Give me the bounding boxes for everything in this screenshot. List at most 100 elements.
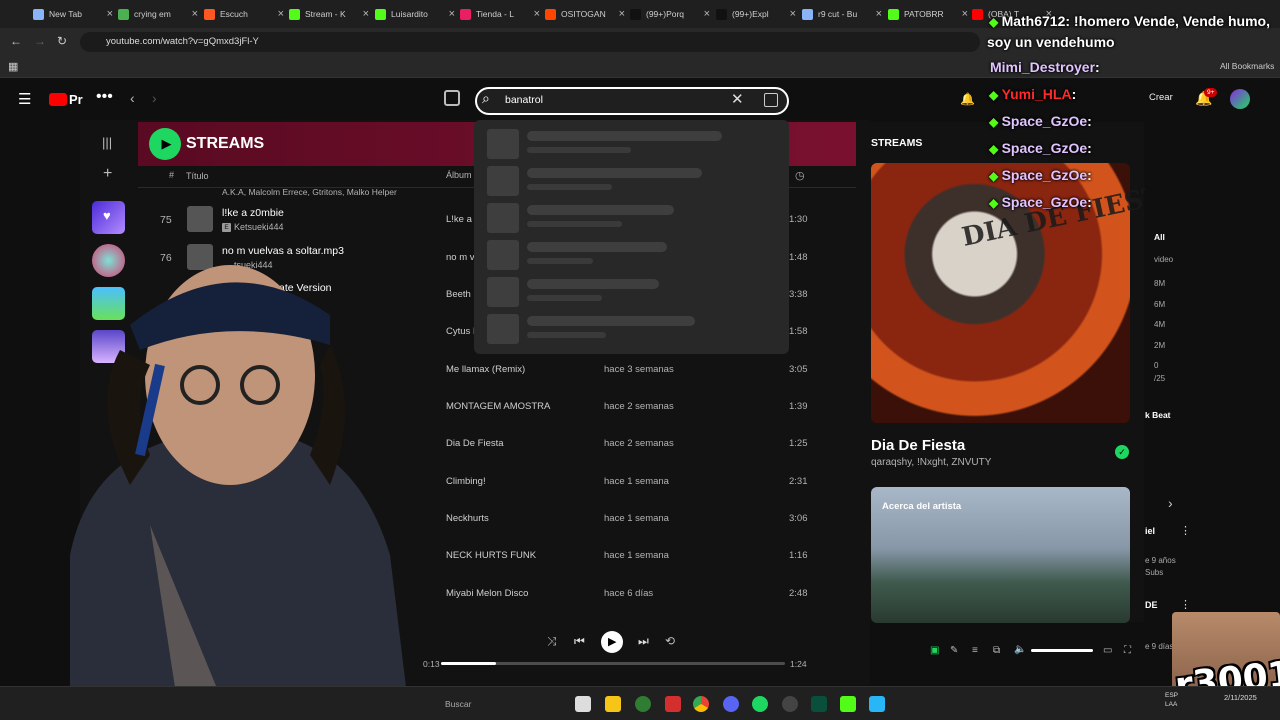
chip-video[interactable]: video	[1154, 255, 1173, 264]
chat-username[interactable]: Yumi_HLA	[1002, 86, 1072, 102]
col-number: #	[169, 170, 175, 180]
now-playing-view-icon[interactable]: ▣	[930, 645, 939, 656]
channel-name-partial-2[interactable]: DE	[1145, 600, 1158, 610]
browser-tab[interactable]: (99+)Porq ×	[630, 4, 710, 24]
browser-tab[interactable]: PATOBRR ×	[888, 4, 968, 24]
reload-icon[interactable]: ↻	[57, 34, 67, 48]
taskbar-clock[interactable]: 2/11/2025	[1224, 692, 1257, 703]
track-artwork	[187, 206, 213, 232]
discord-icon[interactable]	[723, 696, 739, 712]
xbox-icon[interactable]	[635, 696, 651, 712]
browser-tab[interactable]: Tienda - L ×	[460, 4, 540, 24]
url-field[interactable]: youtube.com/watch?v=gQmxd3jFl-Y	[80, 32, 980, 52]
browser-tab[interactable]: Luisardito ×	[375, 4, 455, 24]
chat-username[interactable]: Space_GzOe	[1002, 140, 1088, 156]
col-title[interactable]: Título	[186, 171, 209, 181]
suggestion-skeleton-line	[527, 131, 722, 141]
more-vert-icon[interactable]: ⋮	[1180, 524, 1191, 537]
more-vert-icon-2[interactable]: ⋮	[1180, 598, 1191, 611]
browse-icon[interactable]	[764, 93, 778, 107]
apps-grid-icon[interactable]: ▦	[8, 60, 18, 73]
add-playlist-icon[interactable]: +	[103, 165, 112, 183]
chat-username[interactable]: Space_GzOe	[1002, 113, 1088, 129]
tab-close-icon[interactable]: ×	[962, 8, 968, 20]
track-date-added: hace 6 días	[604, 588, 654, 599]
saved-check-icon[interactable]: ✓	[1115, 445, 1129, 459]
obs-icon[interactable]	[782, 696, 798, 712]
col-album[interactable]: Álbum	[446, 170, 472, 180]
tab-close-icon[interactable]: ×	[192, 8, 198, 20]
browser-tab[interactable]: OSITOGAN ×	[545, 4, 625, 24]
spotify-back-icon[interactable]: ‹	[130, 90, 135, 106]
channel-name-partial[interactable]: iel	[1145, 526, 1155, 536]
chat-username[interactable]: Mimi_Destroyer	[990, 59, 1095, 75]
track-date-added: hace 1 semana	[604, 550, 669, 561]
fullscreen-icon[interactable]: ⛶	[1124, 645, 1131, 656]
browser-tab[interactable]: Stream - K ×	[289, 4, 369, 24]
lang-label-1[interactable]: ESP	[1165, 692, 1178, 699]
forward-icon[interactable]: →	[34, 34, 46, 48]
browser-tab[interactable]: crying em ×	[118, 4, 198, 24]
hamburger-menu-icon[interactable]: ☰	[18, 90, 31, 108]
suggestion-skeleton-image	[487, 277, 519, 307]
clear-search-icon[interactable]: ✕	[731, 90, 744, 108]
lang-label-2[interactable]: LAA	[1165, 701, 1177, 708]
chip-all[interactable]: All	[1154, 232, 1165, 242]
lyrics-icon[interactable]: ✎	[950, 645, 958, 656]
browser-tab[interactable]: r9 cut - Bu ×	[802, 4, 882, 24]
back-icon[interactable]: ←	[10, 34, 22, 48]
tab-close-icon[interactable]: ×	[363, 8, 369, 20]
chat-text: :	[1095, 59, 1100, 75]
chat-text: :	[1087, 140, 1092, 156]
tab-close-icon[interactable]: ×	[107, 8, 113, 20]
shuffle-icon[interactable]: ⤨	[547, 634, 557, 649]
library-icon[interactable]: |||	[102, 135, 112, 150]
video-beat-label[interactable]: k Beat	[1145, 410, 1171, 420]
suggestion-skeleton-line	[527, 205, 674, 215]
tab-close-icon[interactable]: ×	[534, 8, 540, 20]
browser-tab[interactable]: Escuch ×	[204, 4, 284, 24]
app-blue-icon[interactable]	[869, 696, 885, 712]
file-explorer-icon[interactable]	[605, 696, 621, 712]
youtube-logo-icon[interactable]	[49, 93, 67, 106]
play-pause-button[interactable]: ▶	[601, 631, 623, 653]
chevron-right-icon[interactable]: ›	[1168, 495, 1173, 511]
volume-icon[interactable]: 🔈	[1014, 644, 1026, 655]
tab-close-icon[interactable]: ×	[704, 8, 710, 20]
more-options-icon[interactable]: •••	[96, 88, 113, 106]
spotify-forward-icon[interactable]: ›	[152, 90, 157, 106]
repeat-icon[interactable]: ⟲	[665, 634, 675, 648]
track-date-added: hace 1 semana	[604, 513, 669, 524]
chat-username[interactable]: Space_GzOe	[1002, 167, 1088, 183]
liked-songs-tile[interactable]: ♥	[92, 201, 125, 234]
spotify-icon[interactable]	[752, 696, 768, 712]
tab-close-icon[interactable]: ×	[278, 8, 284, 20]
tab-close-icon[interactable]: ×	[619, 8, 625, 20]
tab-close-icon[interactable]: ×	[790, 8, 796, 20]
playlist-play-button[interactable]: ▶	[149, 128, 181, 160]
chat-username[interactable]: Space_GzOe	[1002, 194, 1088, 210]
browser-tab[interactable]: (99+)Expl ×	[716, 4, 796, 24]
devices-icon[interactable]: ⧉	[993, 645, 1000, 656]
previous-icon[interactable]: ⏮	[574, 634, 585, 649]
chat-username[interactable]: Math6712	[1002, 13, 1066, 29]
now-playing-artists[interactable]: qaraqshy, !Nxght, ZNVUTY	[871, 457, 991, 468]
app-green-icon[interactable]	[811, 696, 827, 712]
now-playing-title[interactable]: Dia De Fiesta	[871, 437, 965, 454]
browser-tab[interactable]: New Tab ×	[33, 4, 113, 24]
miniplayer-icon[interactable]: ▭	[1103, 645, 1112, 656]
volume-slider[interactable]	[1031, 649, 1093, 652]
tab-close-icon[interactable]: ×	[449, 8, 455, 20]
kick-icon[interactable]	[840, 696, 856, 712]
chrome-icon[interactable]	[693, 696, 709, 712]
taskbar-search[interactable]: Buscar	[445, 699, 471, 709]
next-icon[interactable]: ⏭	[638, 634, 649, 649]
queue-icon[interactable]: ≡	[972, 645, 978, 656]
task-view-icon[interactable]	[575, 696, 591, 712]
home-icon[interactable]	[444, 90, 460, 106]
bell-icon[interactable]: 🔔	[960, 92, 975, 106]
chat-message: ◆ Math6712: !homero Vende, Vende humo,	[989, 13, 1270, 29]
streamer-webcam	[70, 265, 410, 720]
app-red-icon[interactable]	[665, 696, 681, 712]
tab-close-icon[interactable]: ×	[876, 8, 882, 20]
